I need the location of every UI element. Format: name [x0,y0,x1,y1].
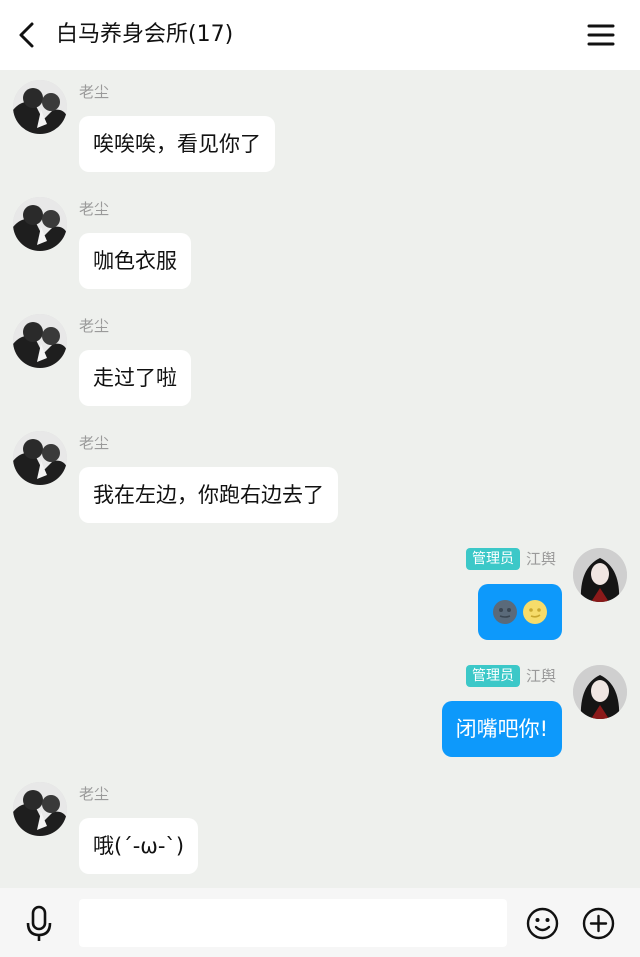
sender-meta: 管理员 江舆 [465,665,556,687]
plus-icon[interactable] [582,907,615,940]
message-row: 管理员 江舆 [0,538,640,648]
message-bubble[interactable]: 哦(´-ω-`) [79,818,199,874]
menu-icon[interactable] [586,20,616,50]
message-input[interactable] [79,899,507,947]
message-row: 老尘 唉唉唉，看见你了 [0,70,640,180]
avatar[interactable] [13,782,67,836]
sender-name: 江舆 [525,667,556,685]
admin-badge: 管理员 [465,665,520,687]
message-bubble[interactable]: 走过了啦 [79,350,191,406]
message-row: 老尘 我在左边，你跑右边去了 [0,421,640,531]
avatar[interactable] [13,197,67,251]
message-bubble[interactable]: 闭嘴吧你! [441,701,562,757]
sender-name: 老尘 [79,785,110,803]
avatar[interactable] [13,431,67,485]
admin-badge: 管理员 [465,548,520,570]
message-bubble[interactable]: 唉唉唉，看见你了 [79,116,275,172]
sender-meta: 管理员 江舆 [465,548,556,570]
message-bubble[interactable]: 咖色衣服 [79,233,191,289]
sender-name: 老尘 [79,83,110,101]
sender-name: 老尘 [79,434,110,452]
chat-title: 白马养身会所(17) [56,22,234,47]
avatar[interactable] [13,80,67,134]
sender-name: 江舆 [525,550,556,568]
sender-name: 老尘 [79,317,110,335]
sender-name: 老尘 [79,200,110,218]
microphone-icon[interactable] [24,905,54,943]
emoji-icon[interactable] [526,907,559,940]
avatar[interactable] [573,548,627,602]
chat-header: 白马养身会所(17) [0,0,640,70]
avatar[interactable] [13,314,67,368]
message-bubble[interactable]: 我在左边，你跑右边去了 [79,467,338,523]
message-row: 老尘 咖色衣服 [0,187,640,297]
avatar[interactable] [573,665,627,719]
back-icon[interactable] [14,20,40,50]
full-moon-face-icon [523,600,547,624]
message-list[interactable]: 老尘 唉唉唉，看见你了 老尘 咖色衣服 老尘 走过了啦 老尘 我在左边，你跑右边… [0,70,640,888]
new-moon-face-icon [493,600,517,624]
message-row: 老尘 走过了啦 [0,304,640,414]
message-bubble[interactable] [478,584,562,640]
message-row: 管理员 江舆 闭嘴吧你! [0,655,640,765]
message-row: 老尘 哦(´-ω-`) [0,772,640,882]
